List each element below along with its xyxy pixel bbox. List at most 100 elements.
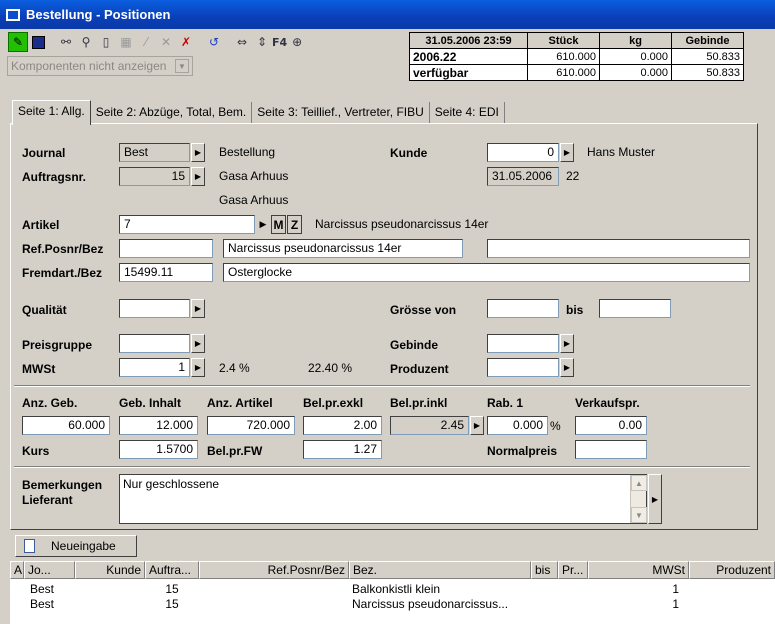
bis-label: bis (566, 303, 584, 317)
grid-col-mwst[interactable]: MWSt (588, 561, 689, 579)
belprfw-label: Bel.pr.FW (207, 444, 263, 458)
kurs-field[interactable]: 1.5700 (119, 440, 198, 459)
table-row[interactable]: Best 15 Narcissus pseudonarcissus... 1 (10, 597, 775, 612)
anzgeb-field[interactable]: 60.000 (22, 416, 110, 435)
brush-icon[interactable]: ⁄ (136, 32, 156, 52)
search-icon[interactable]: ⚲ (76, 32, 96, 52)
komponenten-select[interactable]: Komponenten nicht anzeigen ▼ (7, 56, 193, 76)
fit-width-icon[interactable]: ⇔ (232, 32, 252, 52)
qualitaet-label: Qualität (22, 303, 67, 317)
tab-allg[interactable]: Seite 1: Allg. (12, 100, 91, 125)
binoculars-icon[interactable]: ⚯ (56, 32, 76, 52)
gebinhalt-field[interactable]: 12.000 (119, 416, 198, 435)
grid-cell-bez: Narcissus pseudonarcissus... (352, 597, 509, 611)
delete-icon[interactable]: ✗ (176, 32, 196, 52)
lieferant-label: Lieferant (22, 493, 73, 507)
save-icon[interactable] (28, 32, 48, 52)
normalpreis-field[interactable] (575, 440, 647, 459)
refposnr-bez-field[interactable]: Narcissus pseudonarcissus 14er (223, 239, 463, 258)
grid-cell-journal: Best (30, 597, 55, 611)
refresh-icon[interactable]: ↺ (204, 32, 224, 52)
toolbar: ✎ ⚯ ⚲ ▯ ▦ ⁄ ✕ ✗ ↺ ⇔ ⇕ F4 ⊕ (8, 31, 307, 53)
artikel-m-button[interactable]: M (271, 215, 286, 234)
grid-cell-mwst: 1 (672, 597, 679, 611)
gebinde-arrow-button[interactable]: ▶ (560, 334, 574, 353)
fremdart-bez-field[interactable]: Osterglocke (223, 263, 750, 282)
positions-grid[interactable]: A Jo... Kunde Auftra... Ref.Posnr/Bez Be… (10, 561, 775, 624)
artikel-z-button[interactable]: Z (287, 215, 302, 234)
grid-col-bez[interactable]: Bez. (349, 561, 531, 579)
verkaufspr-field[interactable]: 0.00 (575, 416, 647, 435)
grid-col-a[interactable]: A (10, 561, 24, 579)
kunde-field[interactable]: 0 (487, 143, 559, 162)
anzartikel-field[interactable]: 720.000 (207, 416, 295, 435)
grid-col-auftrag[interactable]: Auftra... (145, 561, 199, 579)
journal-arrow-button[interactable]: ▶ (191, 143, 205, 162)
zoom-icon[interactable]: ⊕ (287, 32, 307, 52)
grid-col-kunde[interactable]: Kunde (75, 561, 145, 579)
rab-label: Rab. 1 (487, 396, 524, 410)
grid-cell-auftrag: 15 (165, 597, 179, 611)
cancel-icon[interactable]: ✕ (156, 32, 176, 52)
groesse-von-field[interactable] (487, 299, 559, 318)
bemerkungen-field[interactable]: Nur geschlossene (119, 474, 647, 524)
bemerkungen-scrollbar[interactable]: ▲ ▼ (630, 475, 647, 523)
preisgruppe-field[interactable] (119, 334, 190, 353)
new-document-icon[interactable]: ▯ (96, 32, 116, 52)
table-row[interactable]: Best 15 Balkonkistli klein 1 (10, 582, 775, 597)
belprinkl-arrow-button[interactable]: ▶ (470, 416, 484, 435)
gebinde-field[interactable] (487, 334, 559, 353)
kunde-date-field[interactable]: 31.05.2006 (487, 167, 559, 186)
belprexkl-field[interactable]: 2.00 (303, 416, 382, 435)
tab-edi[interactable]: Seite 4: EDI (430, 102, 505, 124)
stat-date: 31.05.2006 23:59 (409, 32, 528, 49)
kunde-arrow-button[interactable]: ▶ (560, 143, 574, 162)
komponenten-value: Komponenten nicht anzeigen (11, 59, 167, 73)
belprexkl-label: Bel.pr.exkl (303, 396, 364, 410)
edit-icon[interactable]: ✎ (8, 32, 28, 52)
grid-col-pr[interactable]: Pr... (558, 561, 588, 579)
tab-abzuege[interactable]: Seite 2: Abzüge, Total, Bem. (91, 102, 253, 124)
refposnr-extra-field[interactable] (487, 239, 750, 258)
produzent-field[interactable] (487, 358, 559, 377)
belprfw-field[interactable]: 1.27 (303, 440, 382, 459)
normalpreis-label: Normalpreis (487, 444, 558, 458)
stat-cell: 50.833 (671, 64, 744, 81)
journal-field[interactable]: Best (119, 143, 190, 162)
bemerkungen-arrow-button[interactable]: ▶ (648, 474, 662, 524)
grid-col-produzent[interactable]: Produzent (689, 561, 775, 579)
auftragsnr-text1: Gasa Arhuus (219, 169, 289, 183)
artikel-arrow-icon[interactable]: ▶ (257, 215, 269, 234)
chevron-down-icon: ▼ (175, 59, 189, 73)
groesse-bis-field[interactable] (599, 299, 671, 318)
neueingabe-button[interactable]: Neueingabe (15, 535, 137, 557)
rab-field[interactable]: 0.000 (487, 416, 548, 435)
grid-cell-kunde (75, 582, 145, 597)
tab-teillief[interactable]: Seite 3: Teillief., Vertreter, FIBU (252, 102, 430, 124)
produzent-arrow-button[interactable]: ▶ (560, 358, 574, 377)
belprinkl-field[interactable]: 2.45 (390, 416, 469, 435)
grid-icon[interactable]: ▦ (116, 32, 136, 52)
auftragsnr-field[interactable]: 15 (119, 167, 190, 186)
qualitaet-field[interactable] (119, 299, 190, 318)
grid-col-journal[interactable]: Jo... (24, 561, 75, 579)
gebinhalt-label: Geb. Inhalt (119, 396, 182, 410)
artikel-field[interactable]: 7 (119, 215, 255, 234)
mwst-arrow-button[interactable]: ▶ (191, 358, 205, 377)
refposnr-field[interactable] (119, 239, 213, 258)
auftragsnr-arrow-button[interactable]: ▶ (191, 167, 205, 186)
mwst-field[interactable]: 1 (119, 358, 190, 377)
preisgruppe-arrow-button[interactable]: ▶ (191, 334, 205, 353)
kunde-name: Hans Muster (587, 145, 656, 159)
fremdart-field[interactable]: 15499.11 (119, 263, 213, 282)
scroll-up-icon[interactable]: ▲ (631, 475, 647, 491)
fit-page-icon[interactable]: ⇕ (252, 32, 272, 52)
stat-cell: 610.000 (527, 48, 600, 65)
grid-col-bis[interactable]: bis (531, 561, 558, 579)
qualitaet-arrow-button[interactable]: ▶ (191, 299, 205, 318)
scroll-down-icon[interactable]: ▼ (631, 507, 647, 523)
grid-col-refposnr[interactable]: Ref.Posnr/Bez (199, 561, 349, 579)
f4-button[interactable]: F4 (272, 32, 287, 52)
auftragsnr-label: Auftragsnr. (22, 170, 87, 184)
bemerkungen-label: Bemerkungen (22, 478, 103, 492)
